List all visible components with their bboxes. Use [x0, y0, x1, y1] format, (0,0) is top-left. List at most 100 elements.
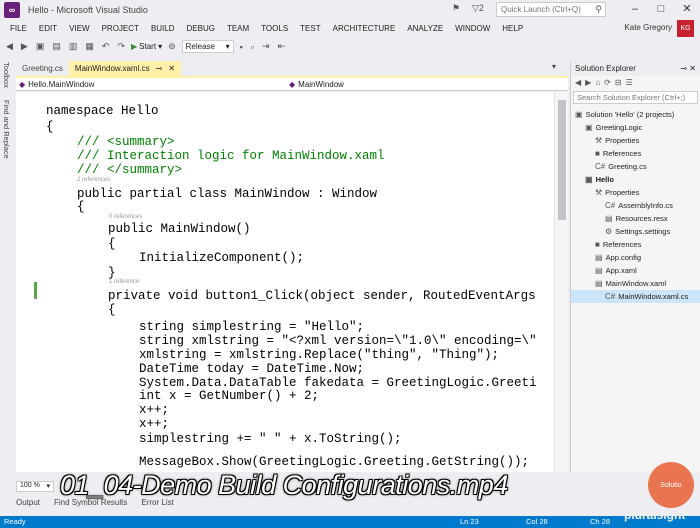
code-text: }	[108, 266, 116, 280]
bookmark-icon[interactable]: ▫	[249, 42, 256, 52]
menu-team[interactable]: TEAM	[221, 24, 255, 33]
minimize-icon[interactable]: –	[622, 0, 648, 18]
scrollbar-thumb[interactable]	[558, 100, 566, 220]
indent-icon[interactable]: ⇥	[260, 41, 272, 52]
find-replace-tab[interactable]: Find and Replace	[2, 100, 11, 159]
tab-mainwindow-xaml-cs[interactable]: MainWindow.xaml.cs ⊸ ✕	[68, 61, 181, 76]
tree-item[interactable]: C# Greeting.cs	[571, 160, 700, 173]
tree-item[interactable]: ⚒ Properties	[571, 186, 700, 199]
zoom-select[interactable]: 100 % ▾	[16, 480, 54, 492]
tab-dropdown-icon[interactable]: ▾	[552, 62, 556, 71]
codelens-references[interactable]: 1 reference	[109, 279, 139, 285]
csproj-icon: ▣	[585, 123, 593, 132]
tree-item[interactable]: ⚙ Settings.settings	[571, 225, 700, 238]
tree-item[interactable]: ▤ MainWindow.xaml	[571, 277, 700, 290]
code-line: x++;	[139, 403, 169, 417]
sync-icon[interactable]: ⟳	[604, 78, 611, 88]
menu-test[interactable]: TEST	[294, 24, 326, 33]
notification-count[interactable]: ▽2	[472, 3, 484, 14]
collapse-icon[interactable]: ⊟	[615, 78, 622, 88]
menu-view[interactable]: VIEW	[63, 24, 95, 33]
save-all-icon[interactable]: ▦	[83, 41, 96, 52]
tree-item[interactable]: ▤ Resources.resx	[571, 212, 700, 225]
forward-icon[interactable]: ▶	[19, 41, 30, 52]
comment-icon[interactable]: ▪	[238, 42, 245, 52]
menu-window[interactable]: WINDOW	[449, 24, 496, 33]
type-dropdown[interactable]: ◆ Hello.MainWindow	[16, 78, 286, 91]
user-name[interactable]: Kate Gregory	[624, 23, 672, 32]
code-line: System.Data.DataTable fakedata = Greetin…	[139, 376, 537, 390]
tree-item[interactable]: ▣ Hello	[571, 173, 700, 186]
tree-item[interactable]: ■ References	[571, 147, 700, 160]
editor-scrollbar[interactable]	[554, 92, 568, 472]
tree-item[interactable]: C# AssemblyInfo.cs	[571, 199, 700, 212]
tree-item[interactable]: ▤ App.config	[571, 251, 700, 264]
code-line: public partial class MainWindow : Window	[77, 187, 377, 201]
home-icon[interactable]: ⌂	[595, 78, 600, 88]
tree-item-label: Resources.resx	[615, 214, 668, 223]
code-line: }	[108, 266, 116, 280]
tab-output[interactable]: Output	[16, 498, 40, 507]
tree-item[interactable]: ⚒ Properties	[571, 134, 700, 147]
member-dropdown[interactable]: ◆ MainWindow	[286, 78, 556, 91]
undo-icon[interactable]: ↶	[100, 41, 112, 52]
code-text: /// </summary>	[77, 163, 183, 177]
overlay-circle-text: Solutio	[660, 481, 682, 489]
cs-file-icon: C#	[605, 292, 616, 301]
codelens-references[interactable]: 2 references	[77, 177, 110, 183]
start-button[interactable]: ▶ Start ▾	[131, 42, 162, 51]
flag-icon[interactable]: ⚑	[452, 3, 460, 14]
tree-item[interactable]: C# MainWindow.xaml.cs	[571, 290, 700, 303]
window-title: Hello - Microsoft Visual Studio	[28, 5, 148, 15]
chevron-down-icon: ▾	[46, 482, 50, 490]
tree-item-label: References	[602, 149, 642, 158]
menu-debug[interactable]: DEBUG	[181, 24, 221, 33]
close-icon[interactable]: ✕	[674, 0, 700, 18]
menu-analyze[interactable]: ANALYZE	[401, 24, 449, 33]
maximize-icon[interactable]: □	[648, 0, 674, 18]
tree-item-label: GreetingLogic	[595, 123, 643, 132]
new-project-icon[interactable]: ▣	[34, 41, 47, 52]
codelens-references[interactable]: 0 references	[109, 214, 142, 220]
attach-icon[interactable]: ⊚	[166, 41, 178, 52]
pin-icon[interactable]: ⊸	[680, 64, 687, 73]
tree-item[interactable]: ▣ Solution 'Hello' (2 projects)	[571, 108, 700, 121]
close-icon[interactable]: ✕	[168, 64, 175, 73]
document-tabs: Greeting.cs MainWindow.xaml.cs ⊸ ✕ ▾	[16, 60, 568, 76]
toolbox-tab[interactable]: Toolbox	[2, 62, 11, 88]
menu-help[interactable]: HELP	[496, 24, 529, 33]
notification-icon: ▽	[472, 3, 479, 13]
forward-icon[interactable]: ▶	[585, 78, 591, 88]
quick-launch-input[interactable]: Quick Launch (Ctrl+Q) ⚲	[496, 2, 606, 17]
play-overlay-icon[interactable]: Solutio	[648, 462, 694, 508]
resx-icon: ▤	[605, 214, 613, 223]
code-editor[interactable]: namespace Hello {/// <summary>/// Interac…	[16, 92, 554, 472]
save-icon[interactable]: ▥	[67, 41, 80, 52]
back-icon[interactable]: ◀	[575, 78, 581, 88]
redo-icon[interactable]: ↷	[115, 41, 127, 52]
tree-item[interactable]: ▣ GreetingLogic	[571, 121, 700, 134]
references-icon: ■	[595, 149, 600, 158]
tree-item[interactable]: ■ References	[571, 238, 700, 251]
xaml-icon: ▤	[595, 266, 603, 275]
configuration-select[interactable]: Release ▾	[181, 40, 234, 53]
menu-architecture[interactable]: ARCHITECTURE	[327, 24, 402, 33]
solution-search-input[interactable]: Search Solution Explorer (Ctrl+;)	[573, 91, 698, 104]
tree-item[interactable]: ▤ App.xaml	[571, 264, 700, 277]
start-label: Start	[139, 42, 157, 51]
menu-tools[interactable]: TOOLS	[255, 24, 294, 33]
properties-icon[interactable]: ☰	[626, 78, 633, 88]
xaml-icon: ▤	[595, 279, 603, 288]
close-icon[interactable]: ✕	[689, 64, 696, 73]
solution-tree: ▣ Solution 'Hello' (2 projects) ▣ GreetingL…	[571, 108, 700, 303]
open-icon[interactable]: ▤	[50, 41, 63, 52]
menu-build[interactable]: BUILD	[145, 24, 181, 33]
tab-greeting-cs[interactable]: Greeting.cs	[16, 61, 69, 76]
pin-icon[interactable]: ⊸	[156, 64, 163, 73]
outdent-icon[interactable]: ⇤	[276, 41, 288, 52]
avatar[interactable]: KG	[677, 20, 694, 37]
back-icon[interactable]: ◀	[4, 41, 15, 52]
menu-file[interactable]: FILE	[4, 24, 33, 33]
menu-edit[interactable]: EDIT	[33, 24, 63, 33]
menu-project[interactable]: PROJECT	[96, 24, 145, 33]
